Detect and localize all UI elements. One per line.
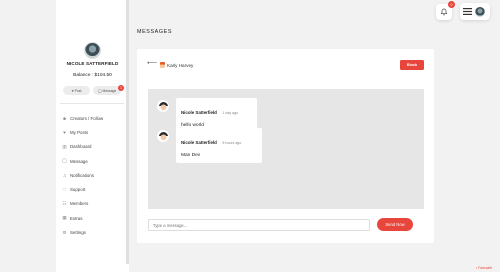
sidebar-item-members[interactable]: ☷ Members	[62, 197, 126, 211]
page-title: MESSAGES	[137, 29, 173, 35]
sidebar-item-support[interactable]: ♡ Support	[62, 182, 126, 196]
group-icon: ☷	[62, 200, 67, 206]
heart-outline-icon: ♡	[62, 186, 67, 192]
chart-icon: ▥	[62, 143, 67, 149]
message-text: Man Dev	[181, 153, 201, 158]
message-button[interactable]: ◯ Message	[93, 86, 121, 95]
user-avatar	[475, 6, 485, 17]
sidebar-divider	[60, 103, 124, 104]
brand-mark-icon: ▪	[476, 266, 478, 270]
block-button[interactable]: Block	[400, 60, 424, 70]
message-time: 5 hours ago	[222, 141, 242, 145]
sidebar-item-extras[interactable]: ▦ Extras	[62, 211, 126, 225]
message-time: 1 day ago	[222, 111, 239, 115]
sender-avatar	[157, 100, 169, 112]
message-icon: ◯	[97, 88, 102, 93]
gear-icon: ⚙	[62, 229, 67, 235]
bell-icon: ♫	[62, 172, 67, 178]
sidebar-item-message[interactable]: ◯ Message	[62, 154, 126, 168]
message-sender: Nicole Satterfield	[181, 140, 217, 145]
users-icon: ☻	[62, 115, 67, 121]
profile-avatar[interactable]	[84, 42, 101, 59]
bell-icon	[440, 8, 448, 16]
chat-icon: ◯	[61, 158, 68, 164]
peer-avatar	[160, 62, 165, 68]
message-input[interactable]: Type a message...	[148, 219, 370, 231]
sidebar-item-label: My Posts	[70, 129, 89, 135]
post-icon: ♥	[71, 88, 74, 93]
message-count-badge: 1	[118, 85, 124, 91]
sidebar-nav: ☻ Creators / Follow ♥ My Posts ▥ Dashboa…	[62, 111, 126, 240]
profile-balance: Balance : $104.50	[73, 73, 112, 78]
post-button-label: Post	[74, 88, 82, 93]
notification-count-badge: 0	[448, 1, 455, 8]
sidebar-item-settings[interactable]: ⚙ Settings	[62, 225, 126, 239]
sidebar-item-my-posts[interactable]: ♥ My Posts	[62, 125, 126, 139]
sidebar-item-creators-follow[interactable]: ☻ Creators / Follow	[62, 111, 126, 125]
send-button[interactable]: Send Now	[377, 218, 413, 231]
sidebar-item-label: Members	[70, 201, 89, 207]
brand-name: Fanscafé	[478, 266, 493, 270]
message-sender: Nicole Satterfield	[181, 110, 217, 115]
message-header: Nicole Satterfield 1 day ago	[181, 101, 252, 119]
brand-logo: ▪ Fanscafé	[476, 266, 492, 270]
account-menu-button[interactable]	[460, 3, 490, 20]
sidebar-item-notifications[interactable]: ♫ Notifications	[62, 168, 126, 182]
sidebar-item-label: Support	[70, 187, 86, 193]
hamburger-icon	[463, 8, 472, 15]
back-arrow-icon[interactable]: ⟵	[147, 60, 157, 68]
message-header: Nicole Satterfield 5 hours ago	[181, 131, 257, 149]
sidebar-item-label: Dashboard	[70, 144, 92, 150]
sidebar-item-label: Settings	[70, 230, 86, 236]
peer-name: Karly Harvey	[167, 62, 194, 68]
sidebar-item-label: Creators / Follow	[70, 115, 104, 121]
sidebar-item-label: Extras	[70, 215, 83, 221]
grid-icon: ▦	[62, 215, 67, 221]
sidebar-item-dashboard[interactable]: ▥ Dashboard	[62, 140, 126, 154]
profile-name: NICOLE SATTERFIELD	[66, 61, 119, 66]
sidebar-item-label: Notifications	[70, 172, 94, 178]
message-bubble: Nicole Satterfield 5 hours ago Man Dev	[176, 128, 262, 163]
message-item: Nicole Satterfield 5 hours ago Man Dev	[157, 128, 262, 163]
post-button[interactable]: ♥ Post	[63, 86, 90, 95]
sidebar-footer	[56, 264, 129, 272]
sidebar-item-label: Message	[70, 158, 88, 164]
heart-icon: ♥	[63, 129, 66, 135]
sender-avatar	[157, 130, 169, 142]
message-button-label: Message	[102, 88, 117, 93]
